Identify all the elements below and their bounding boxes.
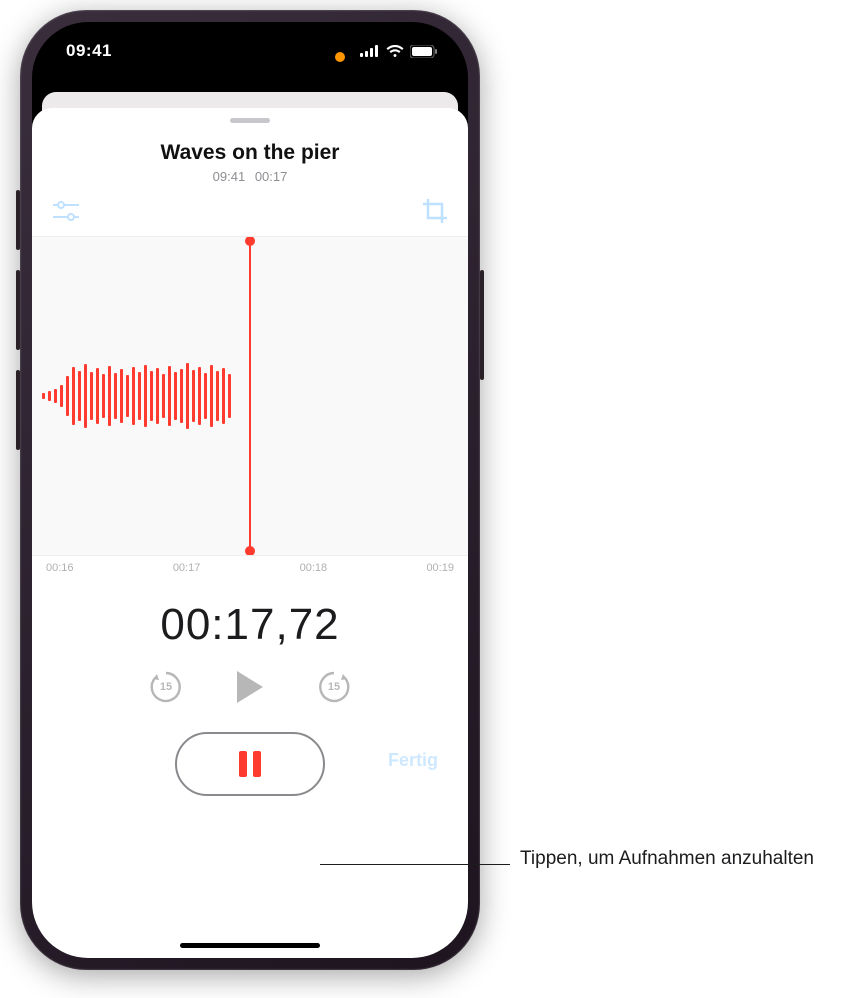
timeline-tick: 00:17 — [173, 562, 201, 574]
status-time: 09:41 — [66, 41, 112, 61]
pause-icon — [239, 751, 261, 777]
playhead[interactable] — [249, 241, 251, 551]
status-icons — [360, 45, 438, 58]
phone-screen: 09:41 Waves on the pier 09:41 00:17 — [32, 22, 468, 958]
skip-forward-button[interactable]: 15 — [317, 670, 351, 704]
dynamic-island — [187, 40, 313, 76]
crop-icon[interactable] — [422, 198, 448, 224]
recording-sheet: Waves on the pier 09:41 00:17 — [32, 108, 468, 958]
timeline-tick: 00:18 — [300, 562, 328, 574]
wifi-icon — [386, 45, 404, 57]
battery-icon — [410, 45, 438, 58]
elapsed-time: 00:17,72 — [32, 600, 468, 650]
callout-leader-line — [320, 864, 510, 865]
sheet-grabber[interactable] — [230, 118, 270, 123]
recording-subtitle: 09:41 00:17 — [32, 169, 468, 184]
skip-back-label: 15 — [149, 670, 183, 704]
play-button[interactable] — [237, 671, 263, 703]
recording-duration: 00:17 — [255, 169, 288, 184]
phone-frame: 09:41 Waves on the pier 09:41 00:17 — [20, 10, 480, 970]
annotation-callout: Tippen, um Aufnahmen anzuhalten — [320, 846, 820, 916]
timeline-ruler: 00:16 00:17 00:18 00:19 — [32, 556, 468, 574]
waveform — [32, 336, 250, 456]
timeline-tick: 00:19 — [426, 562, 454, 574]
recording-title: Waves on the pier — [32, 141, 468, 165]
callout-text: Tippen, um Aufnahmen anzuhalten — [520, 846, 814, 872]
settings-icon[interactable] — [52, 201, 80, 221]
pause-button[interactable] — [175, 732, 325, 796]
waveform-area[interactable] — [32, 236, 468, 556]
recording-timestamp: 09:41 — [213, 169, 246, 184]
skip-back-button[interactable]: 15 — [149, 670, 183, 704]
skip-forward-label: 15 — [317, 670, 351, 704]
done-button[interactable]: Fertig — [388, 750, 438, 771]
timeline-tick: 00:16 — [46, 562, 74, 574]
cellular-icon — [360, 45, 380, 57]
home-indicator[interactable] — [180, 943, 320, 948]
